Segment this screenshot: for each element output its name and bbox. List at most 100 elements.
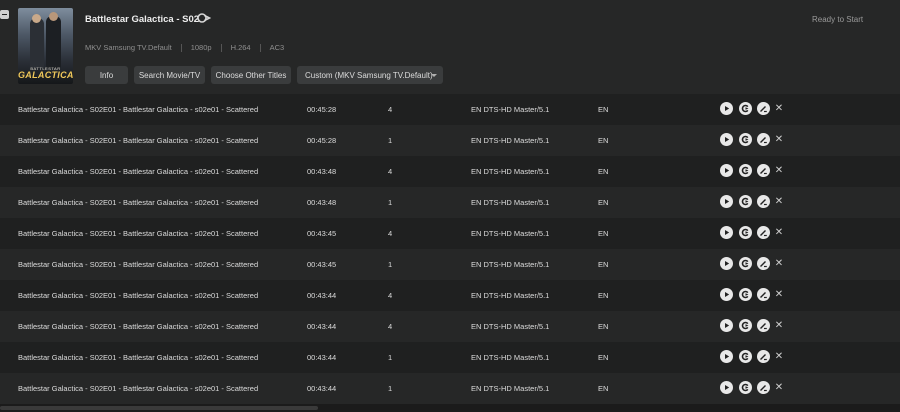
play-icon[interactable] <box>720 195 733 208</box>
play-icon[interactable] <box>720 133 733 146</box>
title-chapters: 4 <box>388 322 393 331</box>
close-icon[interactable]: ✕ <box>774 320 784 331</box>
title-audio-track: EN DTS-HD Master/5.1 <box>471 260 550 269</box>
title-audio-track: EN DTS-HD Master/5.1 <box>471 105 550 114</box>
edit-icon[interactable] <box>757 164 770 177</box>
title-audio-track: EN DTS-HD Master/5.1 <box>471 353 550 362</box>
title-name: Battlestar Galactica - S02E01 - Battlest… <box>18 229 259 238</box>
preview-icon[interactable] <box>739 381 752 394</box>
play-icon[interactable] <box>720 319 733 332</box>
scrollbar-thumb[interactable] <box>0 406 318 410</box>
chevron-down-icon <box>431 74 437 77</box>
edit-icon[interactable] <box>757 288 770 301</box>
title-name: Battlestar Galactica - S02E01 - Battlest… <box>18 136 259 145</box>
close-icon[interactable]: ✕ <box>774 382 784 393</box>
title-duration: 00:43:44 <box>307 353 337 362</box>
close-icon[interactable]: ✕ <box>774 351 784 362</box>
edit-icon[interactable] <box>757 102 770 115</box>
title-row[interactable]: Battlestar Galactica - S02E01 - Battlest… <box>0 125 900 156</box>
title-chapters: 4 <box>388 291 393 300</box>
source-header: BATTLESTAR GALACTICA Battlestar Galactic… <box>0 0 900 94</box>
title-duration: 00:43:48 <box>307 198 337 207</box>
play-icon[interactable] <box>720 257 733 270</box>
title-duration: 00:43:45 <box>307 229 337 238</box>
preview-icon[interactable] <box>739 164 752 177</box>
status-text: Ready to Start <box>812 15 864 24</box>
play-icon[interactable] <box>720 381 733 394</box>
title-subtitle: EN <box>598 384 609 393</box>
title-row[interactable]: Battlestar Galactica - S02E01 - Battlest… <box>0 187 900 218</box>
title-chapters: 4 <box>388 229 393 238</box>
play-icon[interactable] <box>720 102 733 115</box>
title-name: Battlestar Galactica - S02E01 - Battlest… <box>18 260 259 269</box>
title-row[interactable]: Battlestar Galactica - S02E01 - Battlest… <box>0 311 900 342</box>
preview-icon[interactable] <box>739 195 752 208</box>
preview-icon[interactable] <box>739 226 752 239</box>
title-chapters: 1 <box>388 198 393 207</box>
collapse-icon[interactable] <box>0 10 9 19</box>
title-name: Battlestar Galactica - S02E01 - Battlest… <box>18 353 259 362</box>
title-name: Battlestar Galactica - S02E01 - Battlest… <box>18 167 259 176</box>
title-name: Battlestar Galactica - S02E01 - Battlest… <box>18 105 259 114</box>
close-icon[interactable]: ✕ <box>774 103 784 114</box>
title-list: Battlestar Galactica - S02E01 - Battlest… <box>0 94 900 404</box>
title-subtitle: EN <box>598 291 609 300</box>
title-row[interactable]: Battlestar Galactica - S02E01 - Battlest… <box>0 280 900 311</box>
preview-icon[interactable] <box>739 288 752 301</box>
play-icon[interactable] <box>720 226 733 239</box>
title-row[interactable]: Battlestar Galactica - S02E01 - Battlest… <box>0 342 900 373</box>
title-audio-track: EN DTS-HD Master/5.1 <box>471 136 550 145</box>
title-row[interactable]: Battlestar Galactica - S02E01 - Battlest… <box>0 249 900 280</box>
info-button[interactable]: Info <box>85 66 128 84</box>
close-icon[interactable]: ✕ <box>774 227 784 238</box>
title-duration: 00:45:28 <box>307 105 337 114</box>
preview-icon[interactable] <box>739 257 752 270</box>
close-icon[interactable]: ✕ <box>774 258 784 269</box>
play-icon[interactable] <box>720 164 733 177</box>
edit-icon[interactable] <box>757 195 770 208</box>
title-subtitle: EN <box>598 353 609 362</box>
edit-icon[interactable] <box>757 350 770 363</box>
close-icon[interactable]: ✕ <box>774 196 784 207</box>
close-icon[interactable]: ✕ <box>774 289 784 300</box>
title-chapters: 1 <box>388 260 393 269</box>
title-audio-track: EN DTS-HD Master/5.1 <box>471 198 550 207</box>
title-subtitle: EN <box>598 105 609 114</box>
edit-icon[interactable] <box>757 226 770 239</box>
preview-icon[interactable] <box>739 350 752 363</box>
profile-dropdown-label: Custom (MKV Samsung TV.Default) <box>305 70 433 80</box>
poster-image: BATTLESTAR GALACTICA <box>18 8 73 84</box>
profile-dropdown[interactable]: Custom (MKV Samsung TV.Default) <box>297 66 443 84</box>
title-subtitle: EN <box>598 136 609 145</box>
title-row[interactable]: Battlestar Galactica - S02E01 - Battlest… <box>0 94 900 125</box>
title-subtitle: EN <box>598 198 609 207</box>
title-row[interactable]: Battlestar Galactica - S02E01 - Battlest… <box>0 156 900 187</box>
title-name: Battlestar Galactica - S02E01 - Battlest… <box>18 384 259 393</box>
close-icon[interactable]: ✕ <box>774 134 784 145</box>
close-icon[interactable]: ✕ <box>774 165 784 176</box>
preview-icon[interactable] <box>739 319 752 332</box>
title-chapters: 4 <box>388 167 393 176</box>
edit-icon[interactable] <box>757 319 770 332</box>
title-audio-track: EN DTS-HD Master/5.1 <box>471 291 550 300</box>
play-icon[interactable] <box>720 350 733 363</box>
preview-icon[interactable] <box>739 133 752 146</box>
search-movie-tv-button[interactable]: Search Movie/TV <box>134 66 205 84</box>
title-chapters: 1 <box>388 353 393 362</box>
title-audio-track: EN DTS-HD Master/5.1 <box>471 167 550 176</box>
title-subtitle: EN <box>598 167 609 176</box>
source-title: Battlestar Galactica - S02 <box>85 14 200 25</box>
title-duration: 00:45:28 <box>307 136 337 145</box>
edit-icon[interactable] <box>757 257 770 270</box>
title-audio-track: EN DTS-HD Master/5.1 <box>471 384 550 393</box>
title-row[interactable]: Battlestar Galactica - S02E01 - Battlest… <box>0 373 900 404</box>
meta-resolution: 1080p <box>190 43 212 52</box>
edit-icon[interactable] <box>757 381 770 394</box>
edit-icon[interactable] <box>757 133 770 146</box>
title-row[interactable]: Battlestar Galactica - S02E01 - Battlest… <box>0 218 900 249</box>
play-icon[interactable] <box>720 288 733 301</box>
title-duration: 00:43:48 <box>307 167 337 176</box>
title-audio-track: EN DTS-HD Master/5.1 <box>471 322 550 331</box>
preview-icon[interactable] <box>739 102 752 115</box>
choose-other-titles-button[interactable]: Choose Other Titles <box>211 66 291 84</box>
